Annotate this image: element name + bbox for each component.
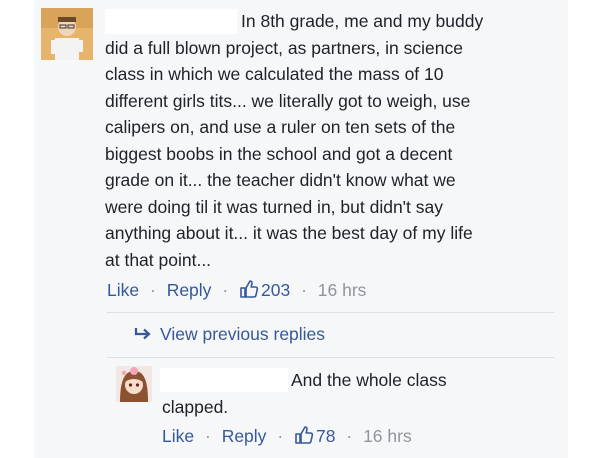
- separator: ·: [277, 426, 284, 446]
- likes-count: 78: [316, 426, 336, 446]
- like-link[interactable]: Like: [107, 280, 139, 300]
- comment-line: did a full blown project, as partners, i…: [105, 37, 463, 58]
- thumbs-up-icon: [295, 426, 314, 444]
- reply-avatar[interactable]: [116, 366, 152, 402]
- comment-actions: Like · Reply · 203 · 16 hrs: [107, 278, 366, 302]
- reply-link[interactable]: Reply: [222, 426, 267, 446]
- comment-line: anything about it... it was the best day…: [105, 223, 473, 243]
- redacted-commenter-name: [105, 9, 237, 34]
- comment-line: at that point...: [105, 249, 212, 270]
- redacted-reply-author-name: [160, 368, 288, 392]
- timestamp[interactable]: 16 hrs: [363, 426, 412, 446]
- separator: ·: [149, 280, 156, 300]
- divider: [107, 357, 554, 358]
- reply-link[interactable]: Reply: [167, 280, 212, 300]
- comment-first-line: In 8th grade, me and my buddy: [241, 11, 484, 31]
- separator: ·: [346, 426, 353, 446]
- divider: [107, 312, 554, 313]
- comment-line: were doing til it was turned in, but did…: [105, 196, 443, 217]
- view-previous-replies[interactable]: View previous replies: [134, 322, 325, 346]
- comment-line: class in which we calculated the mass of…: [105, 64, 444, 84]
- separator: ·: [301, 280, 307, 300]
- comment-line: biggest boobs in the school and got a de…: [105, 143, 453, 164]
- like-link[interactable]: Like: [162, 426, 194, 446]
- reply-actions: Like · Reply · 78 · 16 hrs: [162, 424, 412, 448]
- likes-count-link[interactable]: 203: [239, 280, 295, 300]
- comment-body: did a full blown project, as partners, i…: [105, 35, 555, 274]
- timestamp[interactable]: 16 hrs: [318, 280, 367, 300]
- separator: ·: [222, 280, 229, 300]
- likes-count: 203: [261, 280, 291, 300]
- thumbs-up-icon: [240, 280, 259, 298]
- comment-line: grade on it... the teacher didn't know w…: [105, 170, 456, 190]
- comment-line: calipers on, and use a ruler on ten sets…: [105, 117, 456, 137]
- separator: ·: [204, 426, 211, 446]
- commenter-avatar[interactable]: [41, 8, 93, 60]
- reply-second-line: clapped.: [162, 397, 229, 417]
- comment-line: different girls tits... we literally got…: [105, 90, 471, 111]
- reply-first-line: And the whole class: [291, 370, 447, 390]
- reply-arrow-icon: [134, 328, 151, 340]
- view-previous-replies-label: View previous replies: [160, 324, 326, 344]
- likes-count-link[interactable]: 78: [294, 426, 340, 446]
